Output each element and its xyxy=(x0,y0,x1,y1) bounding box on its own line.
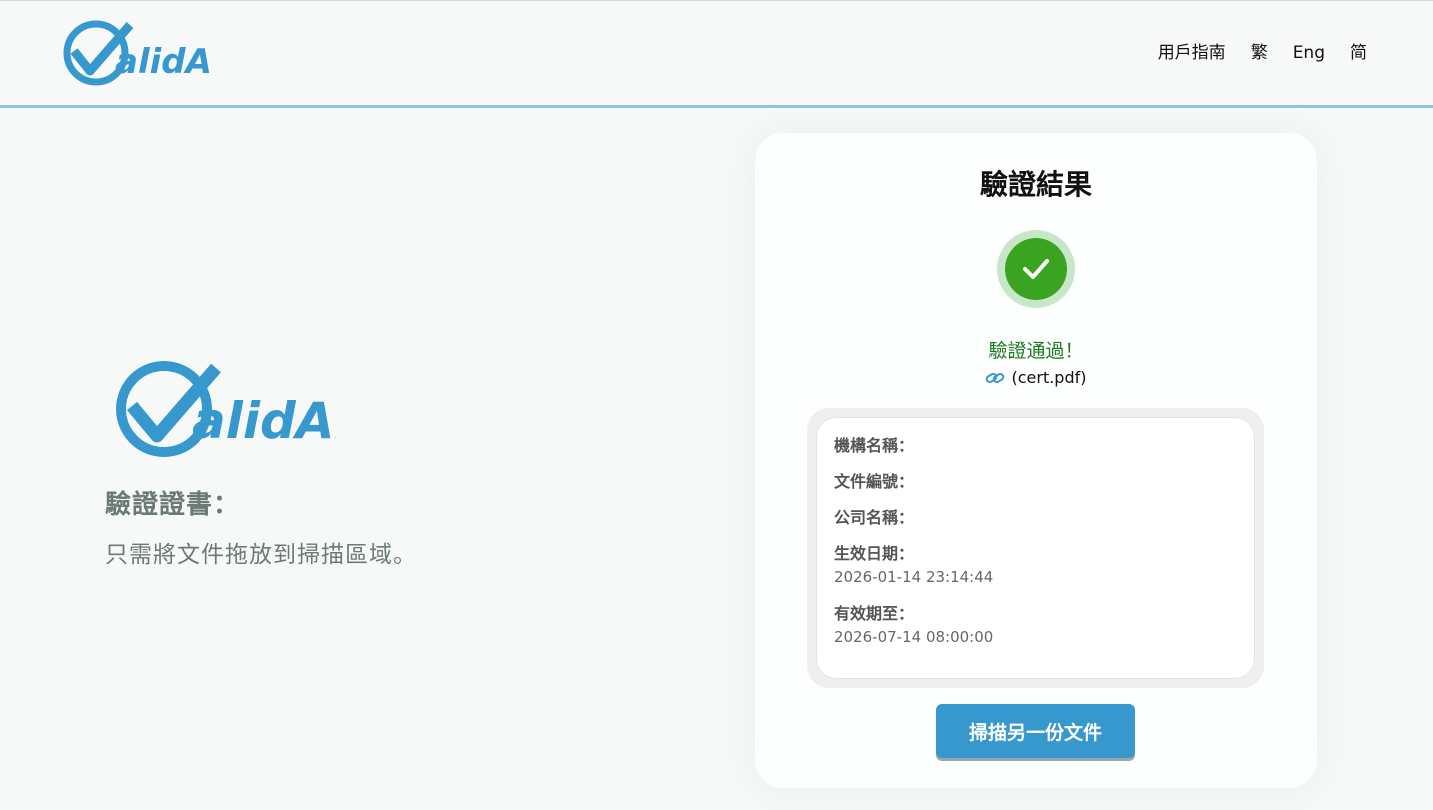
nav-lang-simplified[interactable]: 简 xyxy=(1350,43,1367,63)
hero-logo: alidAP xyxy=(116,361,336,457)
svg-text:alidAP: alidAP xyxy=(192,392,336,450)
file-name: (cert.pdf) xyxy=(1011,368,1087,387)
nav-user-guide[interactable]: 用戶指南 xyxy=(1158,43,1226,63)
nav-lang-english[interactable]: Eng xyxy=(1293,43,1325,63)
header: alidAP 用戶指南 繁 Eng 简 xyxy=(0,0,1433,108)
effective-date-label: 生效日期： xyxy=(834,544,915,563)
info-panel: 機構名稱： 文件編號： 公司名稱： 生效日期： 2026-01-14 23:14… xyxy=(807,408,1264,688)
company-name-label: 公司名稱： xyxy=(834,508,915,527)
result-card: 驗證結果 驗證通過！ (cert.pdf) 機構名稱： 文件編號： 公司名稱： … xyxy=(755,133,1317,788)
doc-number-label: 文件編號： xyxy=(834,472,915,491)
status-text: 驗證通過！ xyxy=(988,340,1084,362)
valid-until-value: 2026-07-14 08:00:00 xyxy=(834,628,994,646)
valid-until-label: 有效期至： xyxy=(834,604,915,623)
check-circle-icon xyxy=(997,230,1075,308)
org-name-label: 機構名稱： xyxy=(834,436,915,455)
svg-text:alidAP: alidAP xyxy=(115,42,212,82)
validap-logo[interactable]: alidAP xyxy=(60,17,212,89)
file-link[interactable]: (cert.pdf) xyxy=(755,368,1317,387)
hero-title: 驗證證書： xyxy=(105,490,241,520)
top-nav: 用戶指南 繁 Eng 简 xyxy=(1133,43,1367,63)
hero-description: 只需將文件拖放到掃描區域。 xyxy=(105,542,417,568)
nav-lang-traditional[interactable]: 繁 xyxy=(1251,43,1268,63)
scan-another-button[interactable]: 掃描另一份文件 xyxy=(936,704,1135,758)
result-title: 驗證結果 xyxy=(979,168,1092,201)
link-icon xyxy=(986,373,1005,383)
effective-date-value: 2026-01-14 23:14:44 xyxy=(834,568,994,586)
